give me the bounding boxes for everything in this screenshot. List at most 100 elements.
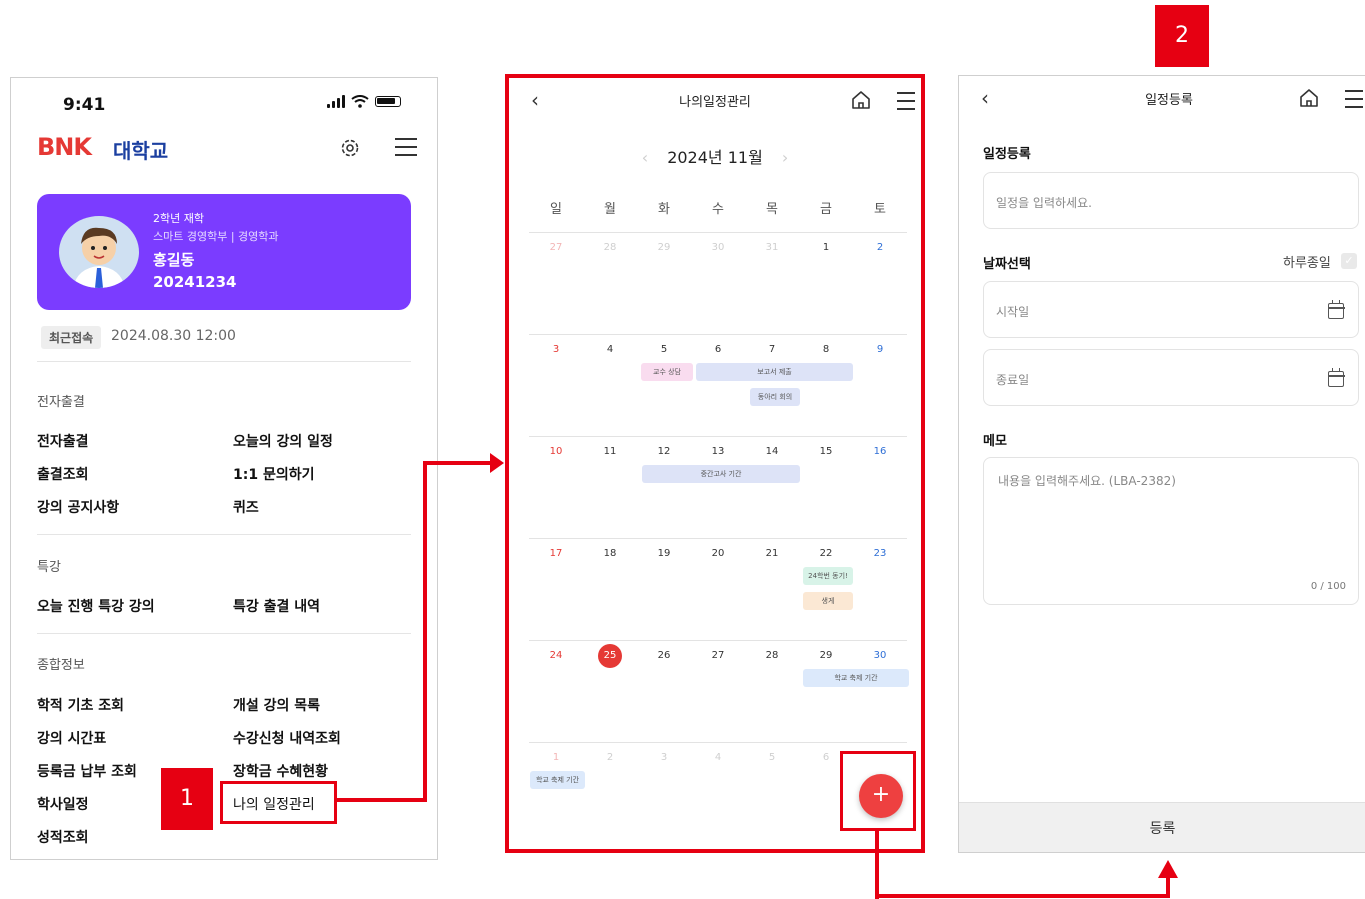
calendar-day[interactable]: 26 bbox=[637, 650, 691, 661]
schedule-title-input[interactable]: 일정을 입력하세요. bbox=[983, 172, 1359, 229]
memo-placeholder: 내용을 입력해주세요. (LBA-2382) bbox=[998, 474, 1176, 488]
calendar-day[interactable]: 22 bbox=[799, 548, 853, 559]
recent-access-time: 2024.08.30 12:00 bbox=[111, 328, 236, 344]
annotation-connector bbox=[336, 798, 427, 802]
calendar-day[interactable]: 3 bbox=[529, 344, 583, 355]
calendar-day[interactable]: 15 bbox=[799, 446, 853, 457]
calendar-day[interactable]: 3 bbox=[637, 752, 691, 763]
calendar-event[interactable]: 교수 상담 bbox=[641, 363, 693, 381]
schedule-register-screen: ‹ 일정등록 일정등록 일정을 입력하세요. 날짜선택 하루종일 ✓ 시작일 종… bbox=[958, 75, 1365, 853]
start-date-field[interactable]: 시작일 bbox=[983, 281, 1359, 338]
hamburger-menu-icon[interactable] bbox=[897, 92, 915, 110]
calendar-day[interactable]: 11 bbox=[583, 446, 637, 457]
memo-textarea[interactable]: 내용을 입력해주세요. (LBA-2382) 0 / 100 bbox=[983, 457, 1359, 605]
calendar-day[interactable]: 18 bbox=[583, 548, 637, 559]
menu-attendance-inquiry[interactable]: 출결조회 bbox=[37, 464, 89, 484]
today-marker[interactable]: 25 bbox=[598, 644, 622, 668]
hamburger-menu-icon[interactable] bbox=[1345, 90, 1363, 108]
calendar-event[interactable]: 생게 bbox=[803, 592, 853, 610]
menu-academic-calendar[interactable]: 학사일정 bbox=[37, 794, 89, 814]
calendar-day[interactable]: 24 bbox=[529, 650, 583, 661]
all-day-checkbox[interactable]: ✓ bbox=[1341, 253, 1357, 269]
section-title-special-lecture: 특강 bbox=[37, 560, 61, 575]
end-date-field[interactable]: 종료일 bbox=[983, 349, 1359, 406]
calendar-event[interactable]: 중간고사 기간 bbox=[642, 465, 800, 483]
next-month-icon[interactable]: › bbox=[768, 148, 802, 167]
calendar-day[interactable]: 14 bbox=[745, 446, 799, 457]
calendar-day[interactable]: 21 bbox=[745, 548, 799, 559]
calendar-day[interactable]: 28 bbox=[745, 650, 799, 661]
calendar-event[interactable]: 보고서 제출 bbox=[696, 363, 853, 381]
menu-course-list[interactable]: 개설 강의 목록 bbox=[233, 695, 320, 715]
calendar-day[interactable]: 25 bbox=[583, 644, 637, 668]
gear-icon[interactable] bbox=[338, 136, 362, 160]
profile-grade: 2학년 재학 bbox=[153, 212, 204, 225]
weekday-label: 금 bbox=[820, 202, 832, 217]
menu-scholarship[interactable]: 장학금 수혜현황 bbox=[233, 761, 328, 781]
annotation-connector bbox=[423, 461, 427, 802]
home-icon[interactable] bbox=[1299, 88, 1319, 108]
calendar-day[interactable]: 9 bbox=[853, 344, 907, 355]
calendar-day[interactable]: 30 bbox=[853, 650, 907, 661]
recent-access-badge: 최근접속 bbox=[41, 326, 102, 349]
calendar-event[interactable]: 학교 축제 기간 bbox=[530, 771, 585, 789]
calendar-day[interactable]: 1 bbox=[529, 752, 583, 763]
calendar-icon[interactable] bbox=[1327, 300, 1345, 319]
calendar-day[interactable]: 16 bbox=[853, 446, 907, 457]
calendar-day[interactable]: 27 bbox=[691, 650, 745, 661]
calendar-day[interactable]: 29 bbox=[799, 650, 853, 661]
menu-one-on-one-inquiry[interactable]: 1:1 문의하기 bbox=[233, 464, 314, 484]
section-title-attendance: 전자출결 bbox=[37, 395, 85, 410]
weekday-label: 수 bbox=[712, 202, 724, 217]
calendar-icon[interactable] bbox=[1327, 368, 1345, 387]
calendar-event[interactable]: 학교 축제 기간 bbox=[803, 669, 909, 687]
calendar-day[interactable]: 19 bbox=[637, 548, 691, 559]
menu-timetable[interactable]: 강의 시간표 bbox=[37, 728, 106, 748]
calendar-day[interactable]: 13 bbox=[691, 446, 745, 457]
calendar-day[interactable]: 2 bbox=[853, 242, 907, 253]
week-divider bbox=[529, 538, 907, 539]
annotation-highlight-my-schedule bbox=[220, 781, 337, 824]
calendar-day[interactable]: 30 bbox=[691, 242, 745, 253]
profile-card[interactable]: 2학년 재학 스마트 경영학부 | 경영학과 홍길동 20241234 bbox=[37, 194, 411, 310]
calendar-day[interactable]: 29 bbox=[637, 242, 691, 253]
calendar-event[interactable]: 동아리 회의 bbox=[750, 388, 800, 406]
annotation-connector bbox=[875, 830, 879, 899]
annotation-marker-2: 2 bbox=[1155, 5, 1209, 67]
calendar-day[interactable]: 4 bbox=[583, 344, 637, 355]
calendar-day[interactable]: 27 bbox=[529, 242, 583, 253]
calendar-day[interactable]: 8 bbox=[799, 344, 853, 355]
menu-registration-history[interactable]: 수강신청 내역조회 bbox=[233, 728, 341, 748]
menu-lecture-notices[interactable]: 강의 공지사항 bbox=[37, 497, 119, 517]
my-schedule-screen: ‹ 나의일정관리 ‹ 2024년 11월 › 일월화수목금토 27 28 29 30 3… bbox=[505, 74, 925, 853]
menu-today-lectures[interactable]: 오늘의 강의 일정 bbox=[233, 431, 333, 451]
hamburger-menu-icon[interactable] bbox=[395, 138, 417, 156]
calendar-day[interactable]: 20 bbox=[691, 548, 745, 559]
calendar-day[interactable]: 6 bbox=[691, 344, 745, 355]
calendar-day[interactable]: 31 bbox=[745, 242, 799, 253]
calendar-day[interactable]: 1 bbox=[799, 242, 853, 253]
menu-today-special-lecture[interactable]: 오늘 진행 특강 강의 bbox=[37, 596, 155, 616]
calendar-day[interactable]: 7 bbox=[745, 344, 799, 355]
menu-quiz[interactable]: 퀴즈 bbox=[233, 497, 259, 517]
prev-month-icon[interactable]: ‹ bbox=[628, 148, 662, 167]
calendar-day[interactable]: 4 bbox=[691, 752, 745, 763]
menu-academic-record[interactable]: 학적 기초 조회 bbox=[37, 695, 124, 715]
calendar-day[interactable]: 23 bbox=[853, 548, 907, 559]
status-time: 9:41 bbox=[63, 95, 106, 115]
calendar-day[interactable]: 28 bbox=[583, 242, 637, 253]
calendar-day[interactable]: 5 bbox=[637, 344, 691, 355]
calendar-day[interactable]: 10 bbox=[529, 446, 583, 457]
calendar-day[interactable]: 12 bbox=[637, 446, 691, 457]
calendar-event[interactable]: 24학번 동기! bbox=[803, 567, 853, 585]
menu-electronic-attendance[interactable]: 전자출결 bbox=[37, 431, 89, 451]
register-button[interactable]: 등록 bbox=[959, 802, 1365, 852]
divider bbox=[37, 633, 411, 634]
home-icon[interactable] bbox=[851, 90, 871, 110]
menu-grades[interactable]: 성적조회 bbox=[37, 827, 89, 847]
menu-tuition-payment[interactable]: 등록금 납부 조회 bbox=[37, 761, 137, 781]
calendar-day[interactable]: 2 bbox=[583, 752, 637, 763]
calendar-day[interactable]: 17 bbox=[529, 548, 583, 559]
menu-special-lecture-attendance[interactable]: 특강 출결 내역 bbox=[233, 596, 320, 616]
calendar-day[interactable]: 5 bbox=[745, 752, 799, 763]
